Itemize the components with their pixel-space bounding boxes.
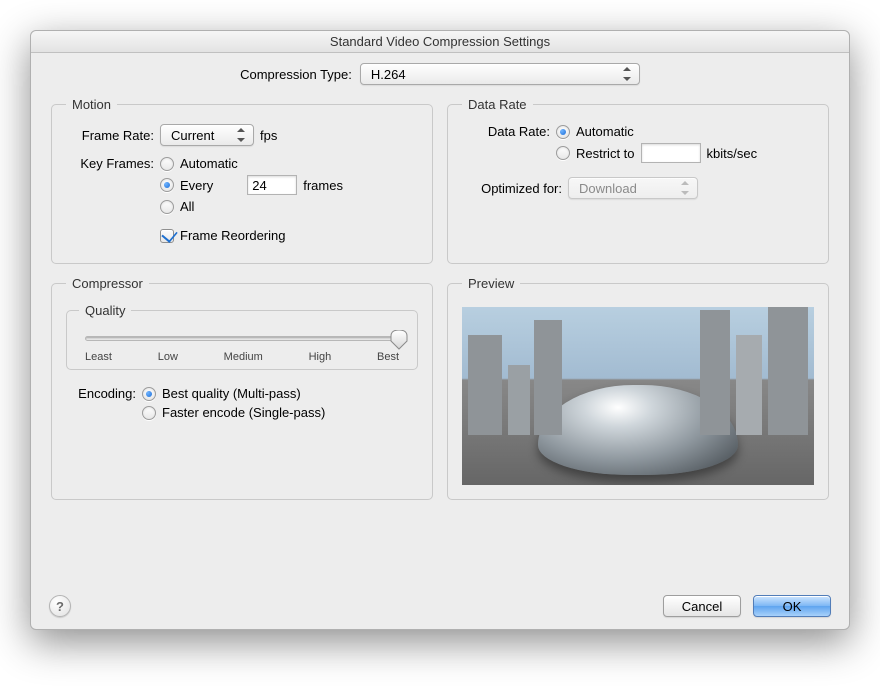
key-frames-automatic-radio[interactable]: Automatic: [160, 156, 343, 171]
updown-arrows-icon: [621, 66, 633, 82]
slider-tick: Best: [377, 351, 399, 363]
slider-thumb-icon: [390, 330, 408, 350]
data-rate-unit: kbits/sec: [707, 146, 758, 161]
encoding-faster-radio[interactable]: Faster encode (Single-pass): [142, 405, 325, 420]
radio-icon: [142, 406, 156, 420]
frame-reordering-checkbox[interactable]: Frame Reordering: [160, 228, 343, 243]
data-rate-restrict-input[interactable]: [641, 143, 701, 163]
slider-tick: Low: [158, 351, 178, 363]
key-frames-every-radio[interactable]: Every frames: [160, 175, 343, 195]
data-rate-label: Data Rate:: [462, 124, 550, 139]
radio-icon: [556, 125, 570, 139]
window-title: Standard Video Compression Settings: [31, 31, 849, 53]
compressor-group: Compressor Quality Least Low Medium: [51, 276, 433, 500]
dialog-content: Compression Type: H.264 Motion Frame Rat…: [31, 53, 849, 514]
encoding-label: Encoding:: [66, 386, 136, 401]
checkbox-icon: [160, 229, 174, 243]
optimized-for-value: Download: [579, 181, 637, 196]
quality-legend: Quality: [79, 303, 131, 318]
preview-group: Preview: [447, 276, 829, 500]
slider-tick: High: [309, 351, 332, 363]
radio-icon: [556, 146, 570, 160]
compressor-legend: Compressor: [66, 276, 149, 291]
motion-legend: Motion: [66, 97, 117, 112]
radio-label: Best quality (Multi-pass): [162, 386, 301, 401]
compression-type-value: H.264: [371, 67, 406, 82]
updown-arrows-icon: [679, 180, 691, 196]
compression-type-label: Compression Type:: [240, 67, 352, 82]
radio-icon: [142, 387, 156, 401]
cancel-button[interactable]: Cancel: [663, 595, 741, 617]
quality-slider[interactable]: Least Low Medium High Best: [79, 326, 405, 363]
key-frames-every-input[interactable]: [247, 175, 297, 195]
slider-tick: Least: [85, 351, 112, 363]
frame-rate-select[interactable]: Current: [160, 124, 254, 146]
help-button[interactable]: ?: [49, 595, 71, 617]
updown-arrows-icon: [235, 127, 247, 143]
radio-icon: [160, 200, 174, 214]
motion-group: Motion Frame Rate: Current fps Key Frame…: [51, 97, 433, 264]
radio-label: All: [180, 199, 194, 214]
radio-label: Automatic: [180, 156, 238, 171]
radio-icon: [160, 157, 174, 171]
data-rate-legend: Data Rate: [462, 97, 533, 112]
preview-image: [462, 307, 814, 485]
quality-group: Quality Least Low Medium High Bes: [66, 303, 418, 370]
radio-label: Restrict to: [576, 146, 635, 161]
data-rate-restrict-radio[interactable]: Restrict to kbits/sec: [556, 143, 757, 163]
preview-legend: Preview: [462, 276, 520, 291]
dialog-window: Standard Video Compression Settings Comp…: [30, 30, 850, 630]
radio-label: Automatic: [576, 124, 634, 139]
slider-tick: Medium: [224, 351, 263, 363]
frame-rate-unit: fps: [260, 128, 277, 143]
ok-button[interactable]: OK: [753, 595, 831, 617]
encoding-best-radio[interactable]: Best quality (Multi-pass): [142, 386, 325, 401]
help-icon: ?: [56, 599, 64, 614]
optimized-for-select: Download: [568, 177, 698, 199]
frame-rate-label: Frame Rate:: [66, 128, 154, 143]
key-frames-every-unit: frames: [303, 178, 343, 193]
radio-label: Faster encode (Single-pass): [162, 405, 325, 420]
data-rate-automatic-radio[interactable]: Automatic: [556, 124, 757, 139]
checkbox-label: Frame Reordering: [180, 228, 286, 243]
radio-label: Every: [180, 178, 213, 193]
data-rate-group: Data Rate Data Rate: Automatic Restrict …: [447, 97, 829, 264]
frame-rate-value: Current: [171, 128, 214, 143]
key-frames-all-radio[interactable]: All: [160, 199, 343, 214]
optimized-for-label: Optimized for:: [462, 181, 562, 196]
compression-type-select[interactable]: H.264: [360, 63, 640, 85]
radio-icon: [160, 178, 174, 192]
key-frames-label: Key Frames:: [66, 156, 154, 171]
